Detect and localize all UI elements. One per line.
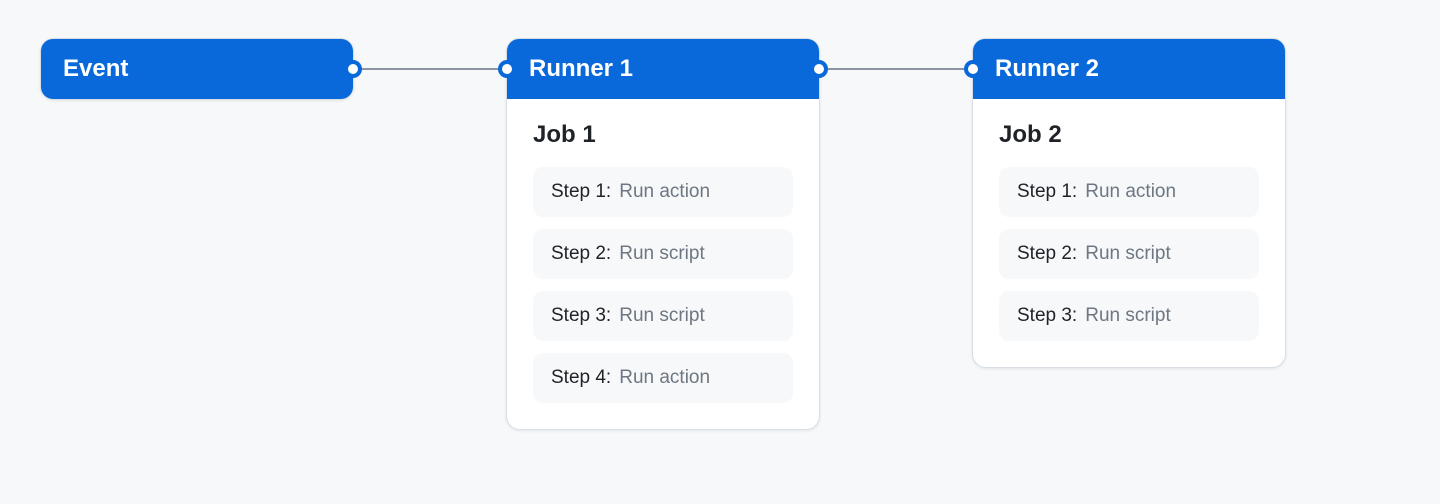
step-label: Step 3: — [1017, 305, 1077, 327]
step-label: Step 1: — [1017, 181, 1077, 203]
event-header: Event — [41, 39, 353, 99]
runner-card: Runner 2 Job 2 Step 1: Run action Step 2… — [972, 38, 1286, 368]
port-icon — [498, 60, 516, 78]
step-desc: Run script — [619, 243, 705, 265]
step-item: Step 3: Run script — [533, 291, 793, 341]
step-item: Step 4: Run action — [533, 353, 793, 403]
step-item: Step 2: Run script — [533, 229, 793, 279]
event-title: Event — [63, 55, 128, 82]
connector-line — [820, 68, 972, 70]
workflow-diagram: Event Runner 1 Job 1 Step 1: Run action … — [0, 0, 1440, 504]
runner-header: Runner 2 — [973, 39, 1285, 99]
runner-title: Runner 2 — [995, 55, 1099, 82]
connector-line — [354, 68, 506, 70]
runner-title: Runner 1 — [529, 55, 633, 82]
port-icon — [344, 60, 362, 78]
event-card: Event — [40, 38, 354, 100]
step-label: Step 1: — [551, 181, 611, 203]
step-desc: Run script — [1085, 243, 1171, 265]
runner-body: Job 2 Step 1: Run action Step 2: Run scr… — [973, 99, 1285, 367]
step-label: Step 2: — [1017, 243, 1077, 265]
step-item: Step 1: Run action — [533, 167, 793, 217]
job-title: Job 2 — [999, 121, 1259, 149]
step-desc: Run script — [1085, 305, 1171, 327]
step-label: Step 3: — [551, 305, 611, 327]
step-item: Step 1: Run action — [999, 167, 1259, 217]
job-title: Job 1 — [533, 121, 793, 149]
runner-header: Runner 1 — [507, 39, 819, 99]
step-desc: Run action — [619, 181, 710, 203]
runner-body: Job 1 Step 1: Run action Step 2: Run scr… — [507, 99, 819, 429]
step-desc: Run script — [619, 305, 705, 327]
runner-card: Runner 1 Job 1 Step 1: Run action Step 2… — [506, 38, 820, 430]
port-icon — [964, 60, 982, 78]
port-icon — [810, 60, 828, 78]
step-item: Step 2: Run script — [999, 229, 1259, 279]
step-label: Step 2: — [551, 243, 611, 265]
step-desc: Run action — [619, 367, 710, 389]
step-label: Step 4: — [551, 367, 611, 389]
step-desc: Run action — [1085, 181, 1176, 203]
step-item: Step 3: Run script — [999, 291, 1259, 341]
